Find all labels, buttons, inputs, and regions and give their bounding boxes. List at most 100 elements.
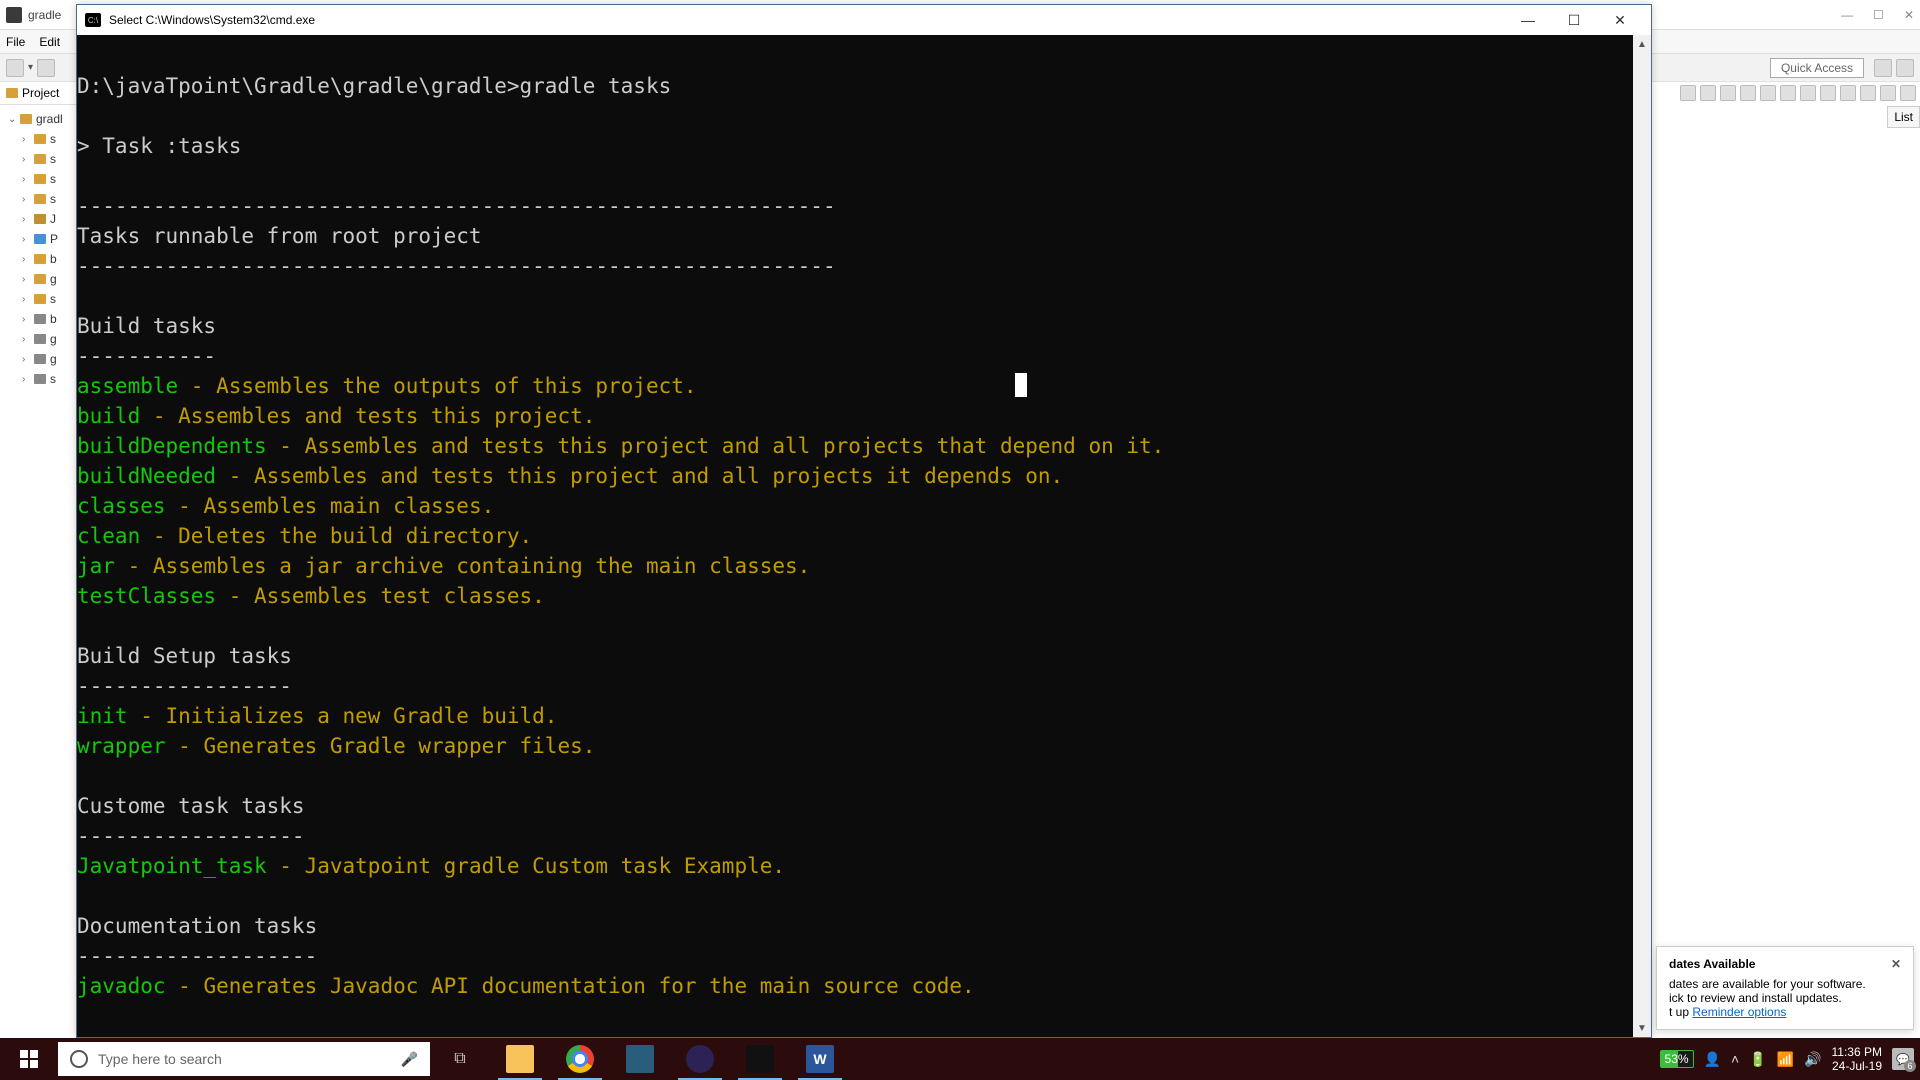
- menu-edit[interactable]: Edit: [39, 35, 60, 49]
- cmd-scrollbar[interactable]: ▲ ▼: [1633, 35, 1651, 1037]
- toolbar-btn[interactable]: [1740, 85, 1756, 101]
- tree-item[interactable]: ›s: [8, 189, 77, 209]
- tree-item[interactable]: ›s: [8, 369, 77, 389]
- toolbar-btn[interactable]: [1800, 85, 1816, 101]
- quick-access[interactable]: Quick Access: [1770, 58, 1864, 78]
- toolbar-btn[interactable]: [1820, 85, 1836, 101]
- taskbar-app-explorer[interactable]: [490, 1038, 550, 1080]
- taskbar-app-word[interactable]: W: [790, 1038, 850, 1080]
- taskbar-search[interactable]: Type here to search 🎤: [58, 1042, 430, 1076]
- project-explorer[interactable]: Project ⌄ gradl ›s›s›s›s›J›P›b›g›s›b›g›g…: [0, 82, 78, 1080]
- taskbar[interactable]: Type here to search 🎤 ⧉ W 53% 👤 ˄ 🔋 📶 🔊 …: [0, 1038, 1920, 1080]
- cmd-output: Tasks runnable from root project: [77, 221, 1651, 251]
- taskbar-app-cmd[interactable]: [730, 1038, 790, 1080]
- toolbar-btn[interactable]: [1700, 85, 1716, 101]
- tree-item[interactable]: ›g: [8, 349, 77, 369]
- tree-item[interactable]: ›g: [8, 269, 77, 289]
- tree-item[interactable]: ›b: [8, 309, 77, 329]
- notifications-button[interactable]: 💬6: [1892, 1048, 1914, 1070]
- perspective-btn[interactable]: [1874, 59, 1892, 77]
- caret-icon[interactable]: ›: [22, 274, 30, 285]
- minimize-icon[interactable]: —: [1841, 8, 1853, 22]
- taskbar-app-eclipse[interactable]: [670, 1038, 730, 1080]
- dropdown-icon[interactable]: ▾: [28, 62, 33, 73]
- tree-item[interactable]: ›s: [8, 169, 77, 189]
- tree-item[interactable]: ›s: [8, 149, 77, 169]
- toolbar-btn[interactable]: [1840, 85, 1856, 101]
- caret-icon[interactable]: ›: [22, 174, 30, 185]
- task-list-view[interactable]: List: [1887, 106, 1920, 128]
- tree-item[interactable]: ›s: [8, 289, 77, 309]
- close-icon[interactable]: ✕: [1904, 8, 1914, 22]
- scroll-down-icon[interactable]: ▼: [1633, 1019, 1651, 1037]
- task-list-toolbar: [1676, 82, 1920, 104]
- tree-root[interactable]: ⌄ gradl: [8, 109, 77, 129]
- cmd-output: ------------------: [77, 821, 1651, 851]
- cmd-section-header: Custome task tasks: [77, 791, 1651, 821]
- caret-icon[interactable]: ›: [22, 254, 30, 265]
- tree-item[interactable]: ›s: [8, 129, 77, 149]
- clock[interactable]: 11:36 PM 24-Jul-19: [1832, 1045, 1882, 1074]
- cmd-titlebar[interactable]: C:\ Select C:\Windows\System32\cmd.exe —…: [77, 5, 1651, 35]
- caret-icon[interactable]: ›: [22, 374, 30, 385]
- task-name: testClasses: [77, 584, 216, 608]
- toolbar-btn[interactable]: [1860, 85, 1876, 101]
- mic-icon[interactable]: 🎤: [401, 1051, 418, 1068]
- start-button[interactable]: [0, 1038, 58, 1080]
- maximize-icon[interactable]: ☐: [1873, 8, 1884, 22]
- caret-icon[interactable]: ›: [22, 294, 30, 305]
- system-tray[interactable]: 53% 👤 ˄ 🔋 📶 🔊 11:36 PM 24-Jul-19 💬6: [1660, 1045, 1920, 1074]
- caret-icon[interactable]: ›: [22, 314, 30, 325]
- cmd-task-line: testClasses - Assembles test classes.: [77, 581, 1651, 611]
- item-icon: [34, 214, 46, 224]
- tree-label: g: [50, 352, 57, 366]
- cortana-icon: [70, 1050, 88, 1068]
- caret-icon[interactable]: ›: [22, 214, 30, 225]
- perspective-btn[interactable]: [1896, 59, 1914, 77]
- cmd-task-line: buildNeeded - Assembles and tests this p…: [77, 461, 1651, 491]
- toolbar-btn[interactable]: [1880, 85, 1896, 101]
- close-button[interactable]: ✕: [1597, 5, 1643, 35]
- time-text: 11:36 PM: [1832, 1045, 1882, 1059]
- tree-item[interactable]: ›J: [8, 209, 77, 229]
- toolbar-btn[interactable]: [1720, 85, 1736, 101]
- caret-icon[interactable]: ›: [22, 334, 30, 345]
- toolbar-btn[interactable]: [6, 59, 24, 77]
- caret-icon[interactable]: ›: [22, 134, 30, 145]
- caret-icon[interactable]: ›: [22, 194, 30, 205]
- caret-icon[interactable]: ›: [22, 154, 30, 165]
- caret-icon[interactable]: ›: [22, 354, 30, 365]
- cmd-terminal[interactable]: D:\javaTpoint\Gradle\gradle\gradle>gradl…: [77, 35, 1651, 1037]
- maximize-button[interactable]: ☐: [1551, 5, 1597, 35]
- tree-item[interactable]: ›P: [8, 229, 77, 249]
- caret-icon[interactable]: ⌄: [8, 114, 16, 125]
- cmd-task-line: assemble - Assembles the outputs of this…: [77, 371, 1651, 401]
- taskbar-app-chrome[interactable]: [550, 1038, 610, 1080]
- wifi-icon[interactable]: 📶: [1777, 1051, 1794, 1068]
- minimize-button[interactable]: —: [1505, 5, 1551, 35]
- task-desc: - Assembles the outputs of this project.: [178, 374, 696, 398]
- battery-indicator[interactable]: 53%: [1660, 1050, 1694, 1068]
- chevron-up-icon[interactable]: ˄: [1731, 1051, 1739, 1067]
- menu-file[interactable]: File: [6, 35, 25, 49]
- battery-icon[interactable]: 🔋: [1749, 1051, 1766, 1068]
- item-icon: [34, 374, 46, 384]
- volume-icon[interactable]: 🔊: [1804, 1051, 1821, 1068]
- close-icon[interactable]: ✕: [1891, 957, 1901, 971]
- tree-item[interactable]: ›g: [8, 329, 77, 349]
- caret-icon[interactable]: ›: [22, 234, 30, 245]
- toolbar-btn[interactable]: [1680, 85, 1696, 101]
- toolbar-btn[interactable]: [1780, 85, 1796, 101]
- task-name: init: [77, 704, 128, 728]
- reminder-options-link[interactable]: Reminder options: [1692, 1005, 1786, 1019]
- toolbar-btn[interactable]: [1900, 85, 1916, 101]
- scroll-up-icon[interactable]: ▲: [1633, 35, 1651, 53]
- toolbar-btn[interactable]: [37, 59, 55, 77]
- people-icon[interactable]: 👤: [1704, 1051, 1721, 1068]
- toolbar-btn[interactable]: [1760, 85, 1776, 101]
- project-explorer-tab[interactable]: Project: [0, 82, 77, 105]
- updates-popup[interactable]: dates Available ✕ dates are available fo…: [1656, 946, 1914, 1030]
- tree-item[interactable]: ›b: [8, 249, 77, 269]
- task-view-button[interactable]: ⧉: [430, 1038, 490, 1080]
- taskbar-app-mysql[interactable]: [610, 1038, 670, 1080]
